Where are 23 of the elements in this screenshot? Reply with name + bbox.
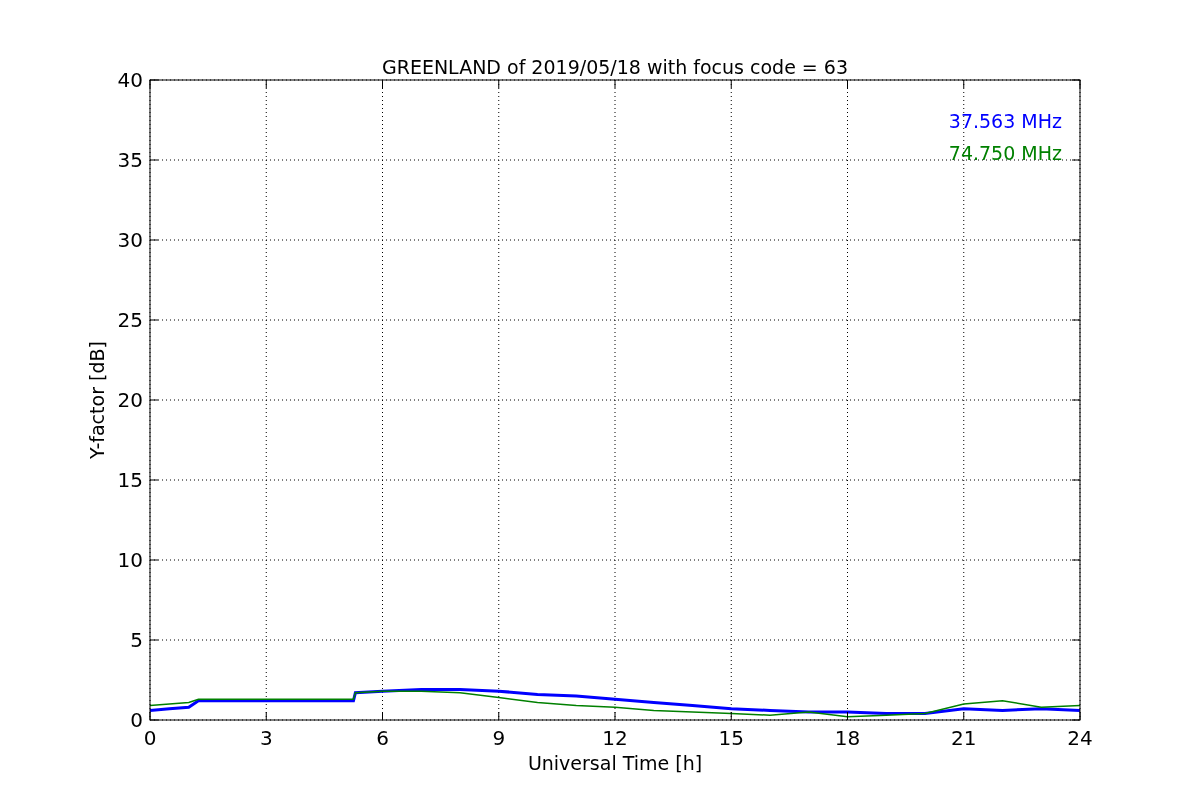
x-tick-label: 15 [718,726,744,750]
x-tick-label: 9 [492,726,506,750]
y-tick-label: 5 [130,628,143,652]
x-tick-label: 18 [834,726,861,750]
y-tick-label: 20 [117,388,143,412]
legend-label: 37.563 MHz [948,110,1062,132]
y-tick-label: 0 [130,708,143,732]
x-tick-label: 12 [602,726,628,750]
chart-title: GREENLAND of 2019/05/18 with focus code = 63 [382,56,848,78]
x-tick-label: 24 [1067,726,1093,750]
y-tick-label: 15 [117,468,143,492]
y-tick-label: 40 [117,68,143,92]
legend-label: 74.750 MHz [948,142,1062,164]
y-tick-label: 25 [117,308,143,332]
y-tick-label: 10 [117,548,143,572]
x-tick-label: 6 [376,726,389,750]
x-tick-label: 0 [143,726,157,750]
y-axis-label: Y-factor [dB] [86,341,108,459]
y-tick-label: 30 [117,228,143,252]
x-tick-label: 3 [259,726,273,750]
y-tick-label: 35 [117,148,143,172]
x-axis-label: Universal Time [h] [527,752,703,774]
x-tick-label: 21 [951,726,977,750]
